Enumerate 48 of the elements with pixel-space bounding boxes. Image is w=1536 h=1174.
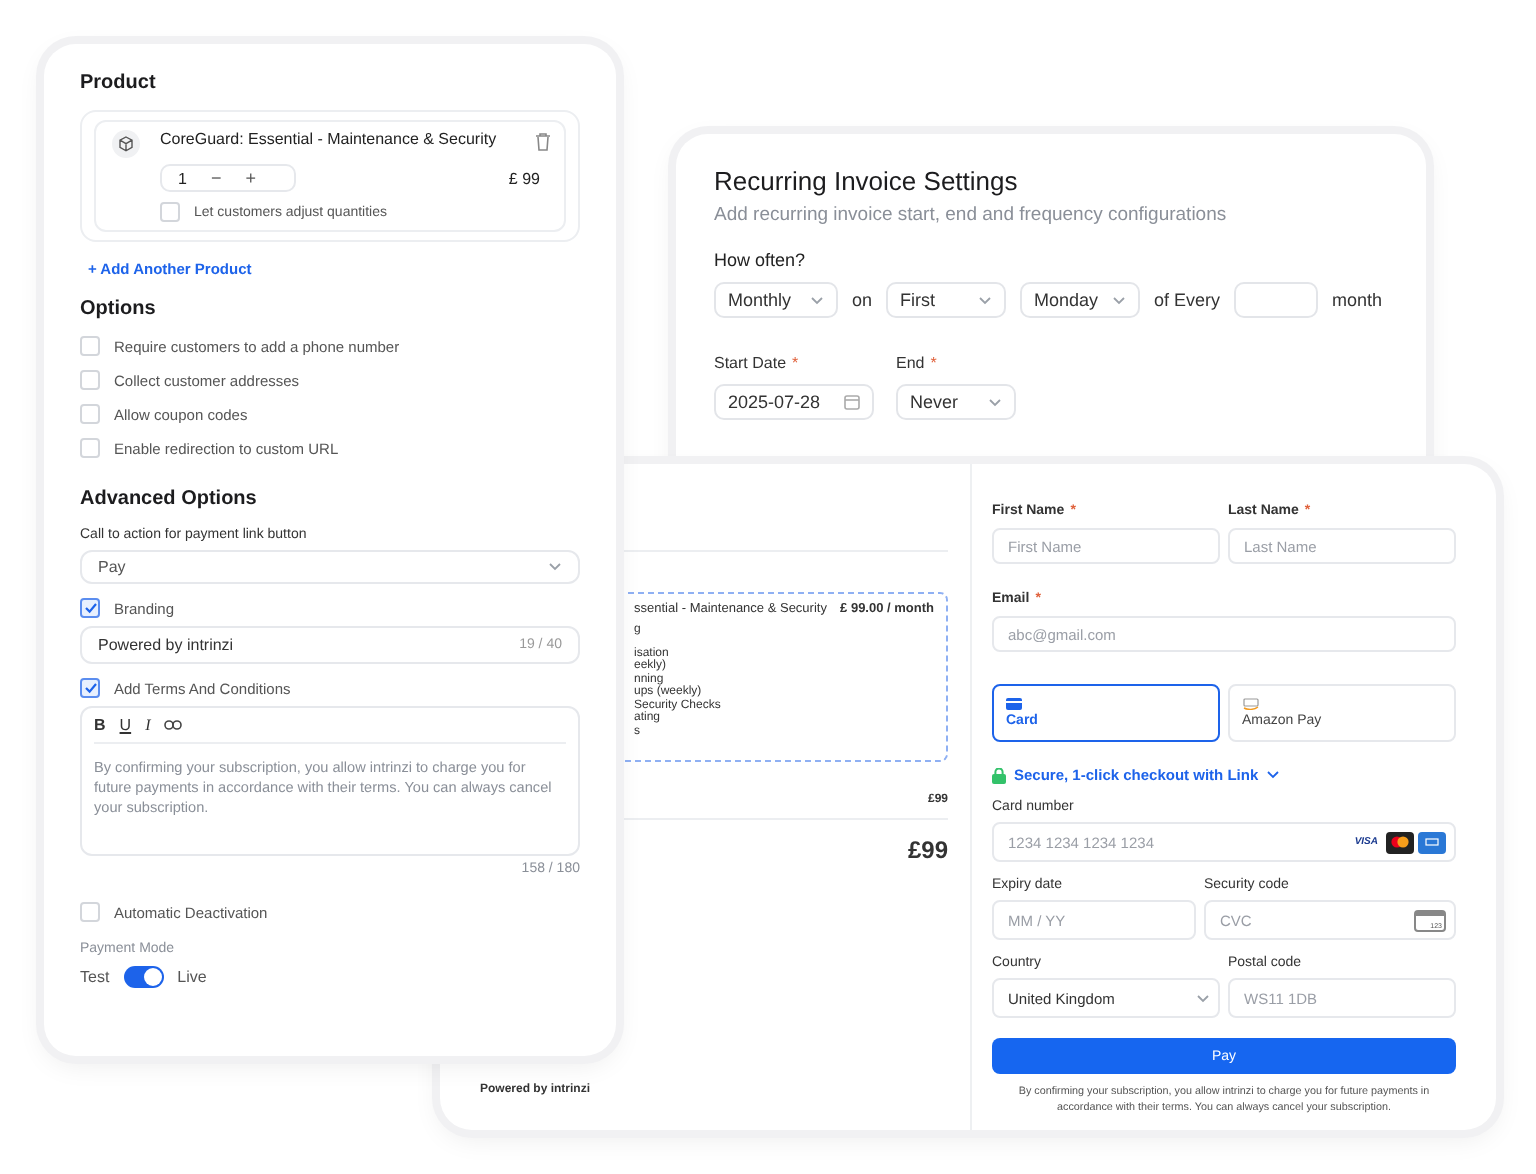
interval-field[interactable] bbox=[1234, 282, 1319, 318]
format-button[interactable]: U bbox=[119, 716, 132, 734]
format-button[interactable]: B bbox=[94, 716, 106, 734]
date-field[interactable]: 2025-07-28 bbox=[714, 384, 874, 420]
frequency-select[interactable]: First bbox=[886, 282, 1007, 318]
chevron-icon bbox=[548, 562, 562, 572]
frequency-select[interactable]: Monday bbox=[1020, 282, 1141, 318]
trash-icon[interactable] bbox=[534, 132, 552, 152]
chevron-icon bbox=[1266, 770, 1281, 780]
field-label: How often? bbox=[714, 250, 808, 270]
product-name: CoreGuard: Essential - Maintenance & Security bbox=[160, 130, 497, 152]
quantity-stepper[interactable]: 1 − + bbox=[160, 164, 296, 192]
chevron-icon bbox=[988, 397, 1002, 407]
format-button[interactable]: I bbox=[145, 716, 151, 734]
section-title: Product bbox=[80, 72, 158, 94]
lock-icon bbox=[992, 767, 1006, 783]
card-title: Recurring Invoice Settings bbox=[714, 166, 1020, 196]
checkbox[interactable] bbox=[80, 598, 100, 618]
cube-icon bbox=[112, 130, 140, 158]
checkmark-icon bbox=[83, 602, 97, 614]
field-label: Start Date * bbox=[714, 354, 801, 372]
frequency-text: on bbox=[852, 290, 873, 310]
product-price: £ 99 bbox=[508, 169, 540, 187]
section-title: Advanced Options bbox=[80, 488, 259, 510]
total-amount: £99 bbox=[907, 836, 948, 864]
toggle-label: Test bbox=[80, 968, 110, 986]
amex-icon bbox=[1418, 831, 1446, 853]
section-title: Options bbox=[80, 298, 158, 320]
card-subtitle: Add recurring invoice start, end and frequency configurations bbox=[714, 204, 1229, 226]
frequency-select[interactable]: Monthly bbox=[714, 282, 838, 318]
frequency-text: of Every bbox=[1154, 290, 1221, 310]
end-select[interactable]: Never bbox=[896, 384, 1016, 420]
card-icon bbox=[1006, 698, 1022, 710]
chevron-icon bbox=[1196, 993, 1210, 1003]
field-label: End * bbox=[896, 354, 939, 372]
cta-select[interactable]: Pay bbox=[80, 550, 580, 584]
chevron-icon bbox=[1112, 295, 1127, 305]
chevron-icon bbox=[810, 295, 824, 305]
mastercard-icon bbox=[1386, 831, 1414, 853]
calendar-icon bbox=[844, 394, 860, 410]
link-icon[interactable] bbox=[164, 720, 183, 730]
amazon-icon bbox=[1242, 698, 1260, 710]
checkmark-icon bbox=[83, 682, 97, 694]
toggle-label: Live bbox=[177, 968, 207, 986]
mode-toggle[interactable] bbox=[123, 966, 164, 988]
frequency-text: month bbox=[1332, 290, 1383, 310]
checkbox[interactable] bbox=[80, 678, 100, 698]
chevron-icon bbox=[978, 295, 993, 305]
